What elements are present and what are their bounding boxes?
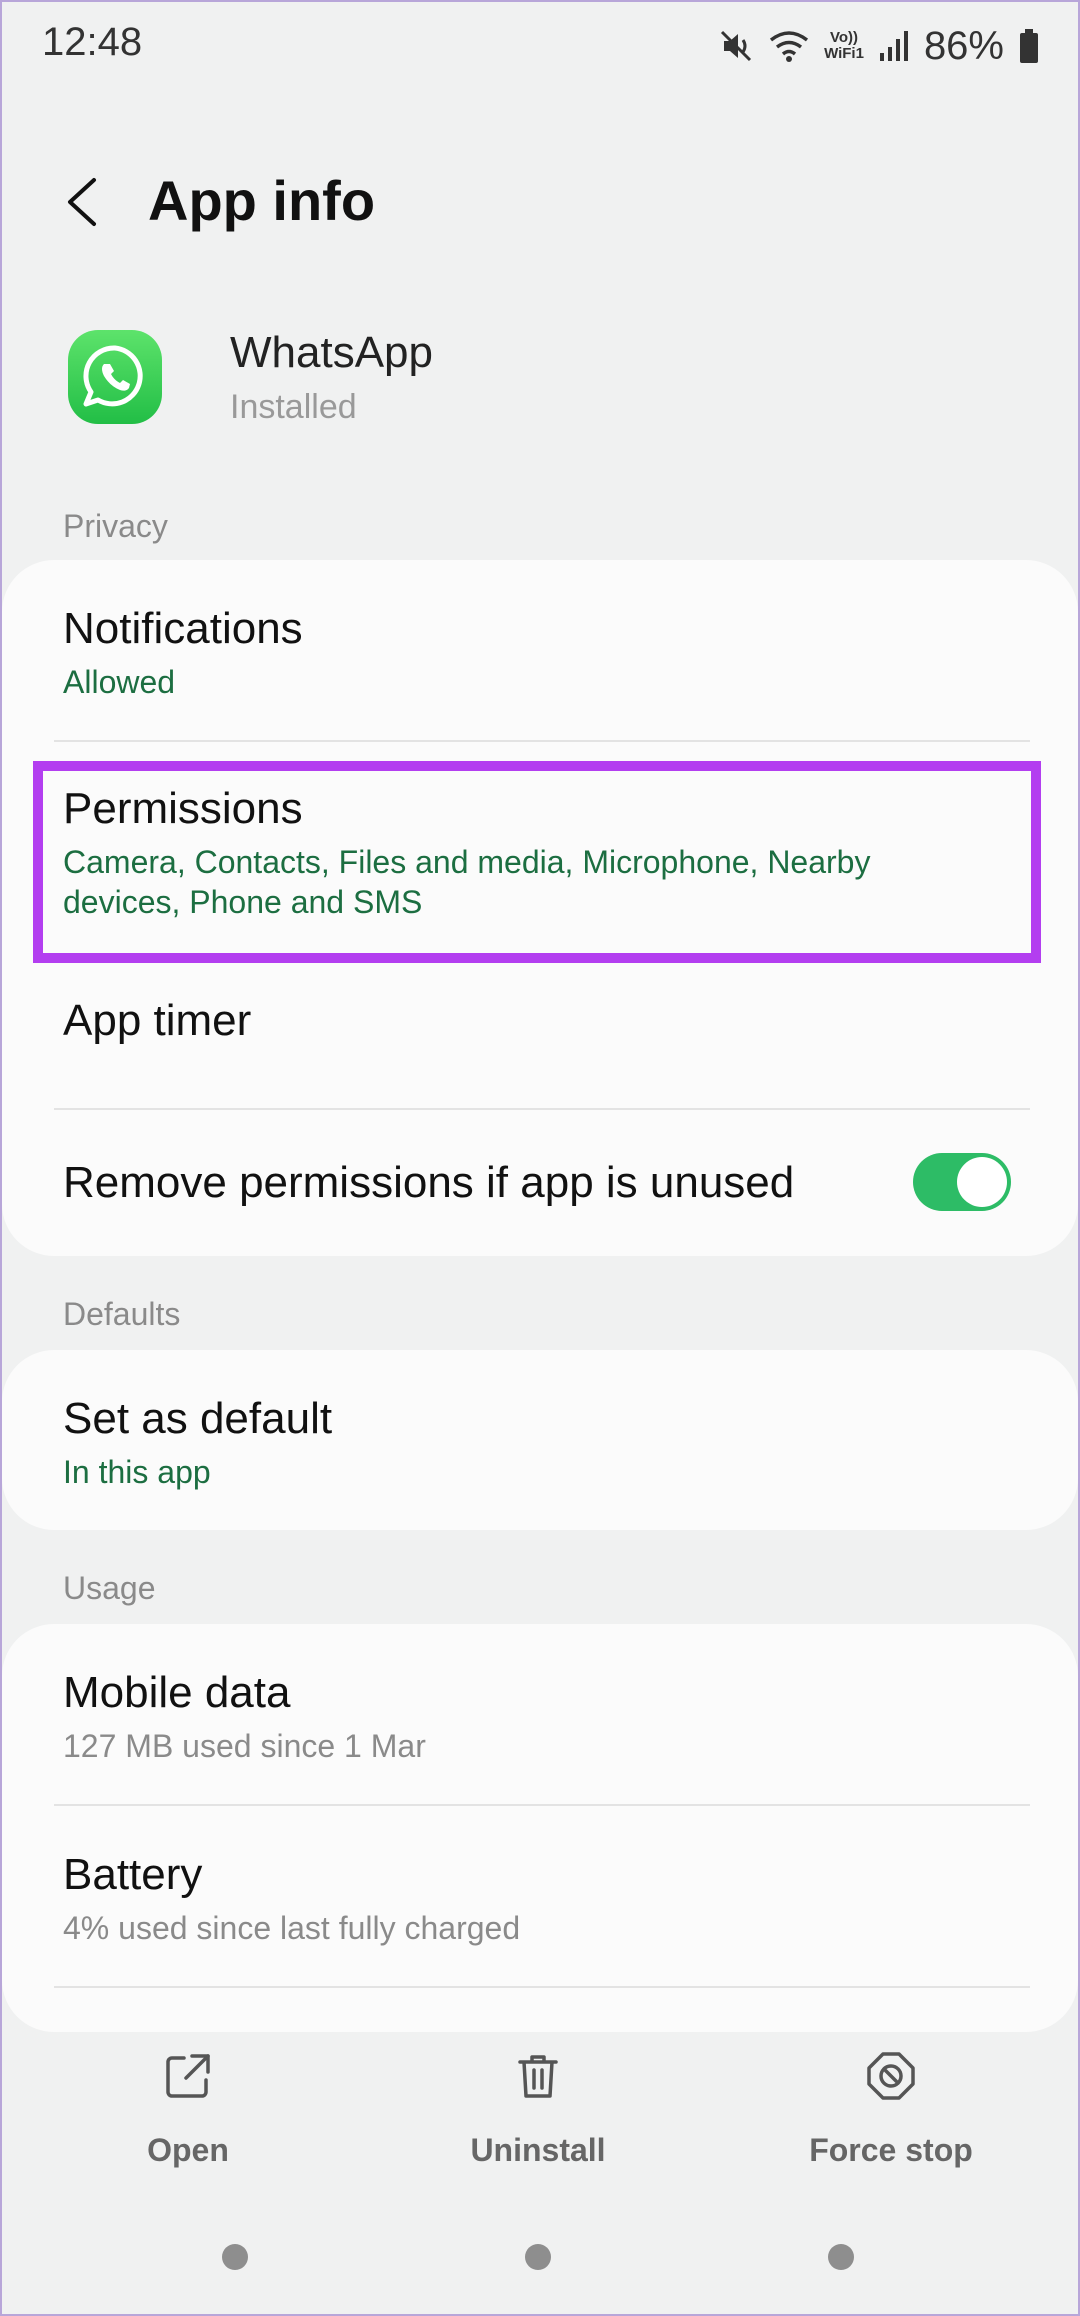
set-as-default-item[interactable]: Set as default In this app bbox=[2, 1350, 1078, 1530]
open-button[interactable]: Open bbox=[68, 2050, 308, 2169]
nav-back-button[interactable] bbox=[828, 2244, 854, 2270]
app-name: WhatsApp bbox=[230, 328, 433, 377]
status-time: 12:48 bbox=[42, 20, 143, 64]
mobile-data-subtitle: 127 MB used since 1 Mar bbox=[63, 1728, 426, 1764]
nav-home-button[interactable] bbox=[525, 2244, 551, 2270]
permissions-highlight-box bbox=[33, 761, 1041, 963]
mobile-data-item[interactable]: Mobile data 127 MB used since 1 Mar bbox=[2, 1624, 1078, 1804]
wifi-icon bbox=[769, 31, 809, 62]
battery-percent: 86% bbox=[923, 23, 1004, 68]
toggle-knob bbox=[957, 1157, 1007, 1207]
status-icons: Vo)) WiFi1 86% bbox=[718, 20, 1040, 72]
force-stop-label: Force stop bbox=[809, 2132, 973, 2168]
page-title: App info bbox=[148, 169, 376, 232]
section-label-defaults: Defaults bbox=[63, 1296, 181, 1332]
nav-recents-button[interactable] bbox=[222, 2244, 248, 2270]
volte-wifi-indicator: Vo)) WiFi1 bbox=[824, 29, 864, 62]
usage-card: Mobile data 127 MB used since 1 Mar Batt… bbox=[2, 1624, 1078, 2032]
battery-item[interactable]: Battery 4% used since last fully charged bbox=[2, 1806, 1078, 1986]
open-external-icon bbox=[166, 2054, 210, 2098]
whatsapp-icon bbox=[68, 330, 162, 424]
section-label-privacy: Privacy bbox=[63, 508, 168, 544]
mute-icon bbox=[721, 30, 752, 62]
uninstall-button[interactable]: Uninstall bbox=[418, 2050, 658, 2169]
app-timer-title: App timer bbox=[63, 996, 252, 1045]
remove-permissions-title: Remove permissions if app is unused bbox=[63, 1158, 795, 1207]
set-as-default-subtitle: In this app bbox=[63, 1454, 211, 1490]
force-stop-icon bbox=[867, 2052, 915, 2100]
set-as-default-title: Set as default bbox=[63, 1394, 333, 1443]
force-stop-button[interactable]: Force stop bbox=[771, 2050, 1011, 2169]
notifications-subtitle: Allowed bbox=[63, 664, 176, 700]
app-install-status: Installed bbox=[230, 388, 357, 426]
battery-subtitle: 4% used since last fully charged bbox=[63, 1910, 521, 1946]
trash-icon bbox=[518, 2055, 558, 2098]
divider bbox=[54, 740, 1030, 742]
signal-icon bbox=[879, 31, 908, 61]
open-label: Open bbox=[147, 2132, 229, 2168]
divider bbox=[54, 1986, 1030, 1988]
uninstall-label: Uninstall bbox=[470, 2132, 606, 2168]
remove-permissions-toggle[interactable] bbox=[913, 1153, 1011, 1211]
notifications-title: Notifications bbox=[63, 604, 303, 653]
app-timer-item[interactable]: App timer bbox=[2, 972, 1078, 1068]
mobile-data-title: Mobile data bbox=[63, 1668, 291, 1717]
battery-icon bbox=[1020, 29, 1038, 63]
section-label-usage: Usage bbox=[63, 1570, 156, 1606]
notifications-item[interactable]: Notifications Allowed bbox=[2, 560, 1078, 740]
battery-title: Battery bbox=[63, 1850, 203, 1899]
back-icon[interactable] bbox=[56, 170, 108, 234]
defaults-card: Set as default In this app bbox=[2, 1350, 1078, 1530]
status-bar: 12:48 Vo)) WiFi1 86% bbox=[0, 0, 1080, 92]
